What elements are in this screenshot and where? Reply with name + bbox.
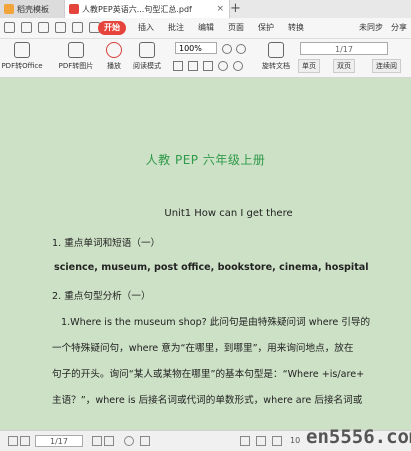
pdf-to-image-button[interactable]: PDF转图片: [54, 42, 98, 71]
tab-pdf-document[interactable]: 人教PEP英语六...句型汇总.pdf ×: [64, 0, 230, 18]
view-icon[interactable]: [140, 436, 150, 446]
undo-icon[interactable]: [55, 22, 66, 33]
rotate-right-icon[interactable]: [233, 61, 243, 71]
actual-size-icon[interactable]: [203, 61, 213, 71]
read-mode-label: 阅读模式: [133, 62, 161, 70]
page-number-input[interactable]: 1/17: [300, 42, 388, 55]
menu-convert[interactable]: 转换: [288, 21, 304, 35]
single-page-button[interactable]: 单页: [298, 59, 320, 73]
play-label: 播放: [107, 62, 121, 70]
zoom-out-icon[interactable]: [236, 44, 246, 54]
close-icon[interactable]: ×: [216, 4, 224, 14]
rotate-label: 旋转文档: [262, 62, 290, 70]
text-line: science, museum, post office, bookstore,…: [54, 262, 369, 273]
status-page-input[interactable]: 1/17: [35, 435, 83, 447]
menu-start[interactable]: 开始: [98, 21, 126, 35]
play-button[interactable]: 播放: [100, 42, 128, 71]
new-tab-button[interactable]: +: [230, 0, 241, 18]
menu-bar: 开始 插入 批注 编辑 页面 保护 转换 未同步 分享: [0, 18, 411, 39]
book-icon: [139, 42, 155, 58]
continuous-button[interactable]: 连续阅: [372, 59, 401, 73]
print-icon[interactable]: [38, 22, 49, 33]
text-line: 主语？”，where is 后接名词或代词的单数形式，where are 后接名…: [52, 395, 363, 406]
zoom-in-icon[interactable]: [222, 44, 232, 54]
read-mode-button[interactable]: 阅读模式: [128, 42, 166, 71]
pdf-icon: [69, 4, 79, 14]
document-page: 人教 PEP 六年级上册 Unit1 How can I get there 1…: [0, 78, 411, 430]
pdf-to-image-label: PDF转图片: [58, 62, 94, 70]
menu-annotate[interactable]: 批注: [168, 21, 184, 35]
tab-label: 稻壳模板: [17, 4, 49, 14]
text-line: 1.Where is the museum shop? 此问句是由特殊疑问词 w…: [61, 317, 371, 328]
save-icon[interactable]: [21, 22, 32, 33]
image-icon: [68, 42, 84, 58]
play-icon: [106, 42, 122, 58]
pdf-to-office-button[interactable]: PDF转Office: [0, 42, 44, 71]
text-line: 一个特殊疑问句，where 意为“在哪里，到哪里”，用来询问地点，放在: [52, 343, 354, 354]
text-line: 1. 重点单词和短语（一）: [52, 238, 161, 249]
menu-insert[interactable]: 插入: [138, 21, 154, 35]
sync-status[interactable]: 未同步: [359, 21, 383, 35]
prev-page-icon[interactable]: [20, 436, 30, 446]
document-title: 人教 PEP 六年级上册: [145, 153, 266, 167]
zoom-level: 10: [290, 436, 301, 445]
menu-protect[interactable]: 保护: [258, 21, 274, 35]
tab-bar: 稻壳模板 人教PEP英语六...句型汇总.pdf × +: [0, 0, 411, 19]
ribbon-toolbar: PDF转Office PDF转图片 播放 阅读模式 100% 旋转文档 1/17…: [0, 39, 411, 78]
unit-heading: Unit1 How can I get there: [164, 208, 293, 219]
next-page-icon[interactable]: [92, 436, 102, 446]
eye-icon[interactable]: [124, 436, 134, 446]
rotate-left-icon[interactable]: [218, 61, 228, 71]
rotate-button[interactable]: 旋转文档: [258, 42, 294, 71]
share-button[interactable]: 分享: [391, 21, 407, 35]
fit-width-icon[interactable]: [188, 61, 198, 71]
tab-label: 人教PEP英语六...句型汇总.pdf: [82, 4, 192, 14]
single-view-icon[interactable]: [240, 436, 250, 446]
menu-edit[interactable]: 编辑: [198, 21, 214, 35]
last-page-icon[interactable]: [104, 436, 114, 446]
double-page-button[interactable]: 双页: [333, 59, 355, 73]
tab-docer-templates[interactable]: 稻壳模板: [0, 0, 68, 18]
watermark: en5556.com: [306, 426, 411, 448]
menu-page[interactable]: 页面: [228, 21, 244, 35]
double-view-icon[interactable]: [256, 436, 266, 446]
folder-icon[interactable]: [4, 22, 15, 33]
text-line: 句子的开头。询问“某人或某物在哪里”的基本句型是：“Where +is/are+: [52, 369, 365, 380]
rotate-icon: [268, 42, 284, 58]
pdf-to-office-label: PDF转Office: [1, 62, 43, 70]
text-line: 2. 重点句型分析（一）: [52, 291, 151, 302]
pdf-to-office-icon: [14, 42, 30, 58]
first-page-icon[interactable]: [8, 436, 18, 446]
fit-page-icon[interactable]: [173, 61, 183, 71]
redo-icon[interactable]: [72, 22, 83, 33]
grid-view-icon[interactable]: [272, 436, 282, 446]
docer-icon: [4, 4, 14, 14]
zoom-select[interactable]: 100%: [175, 42, 217, 54]
